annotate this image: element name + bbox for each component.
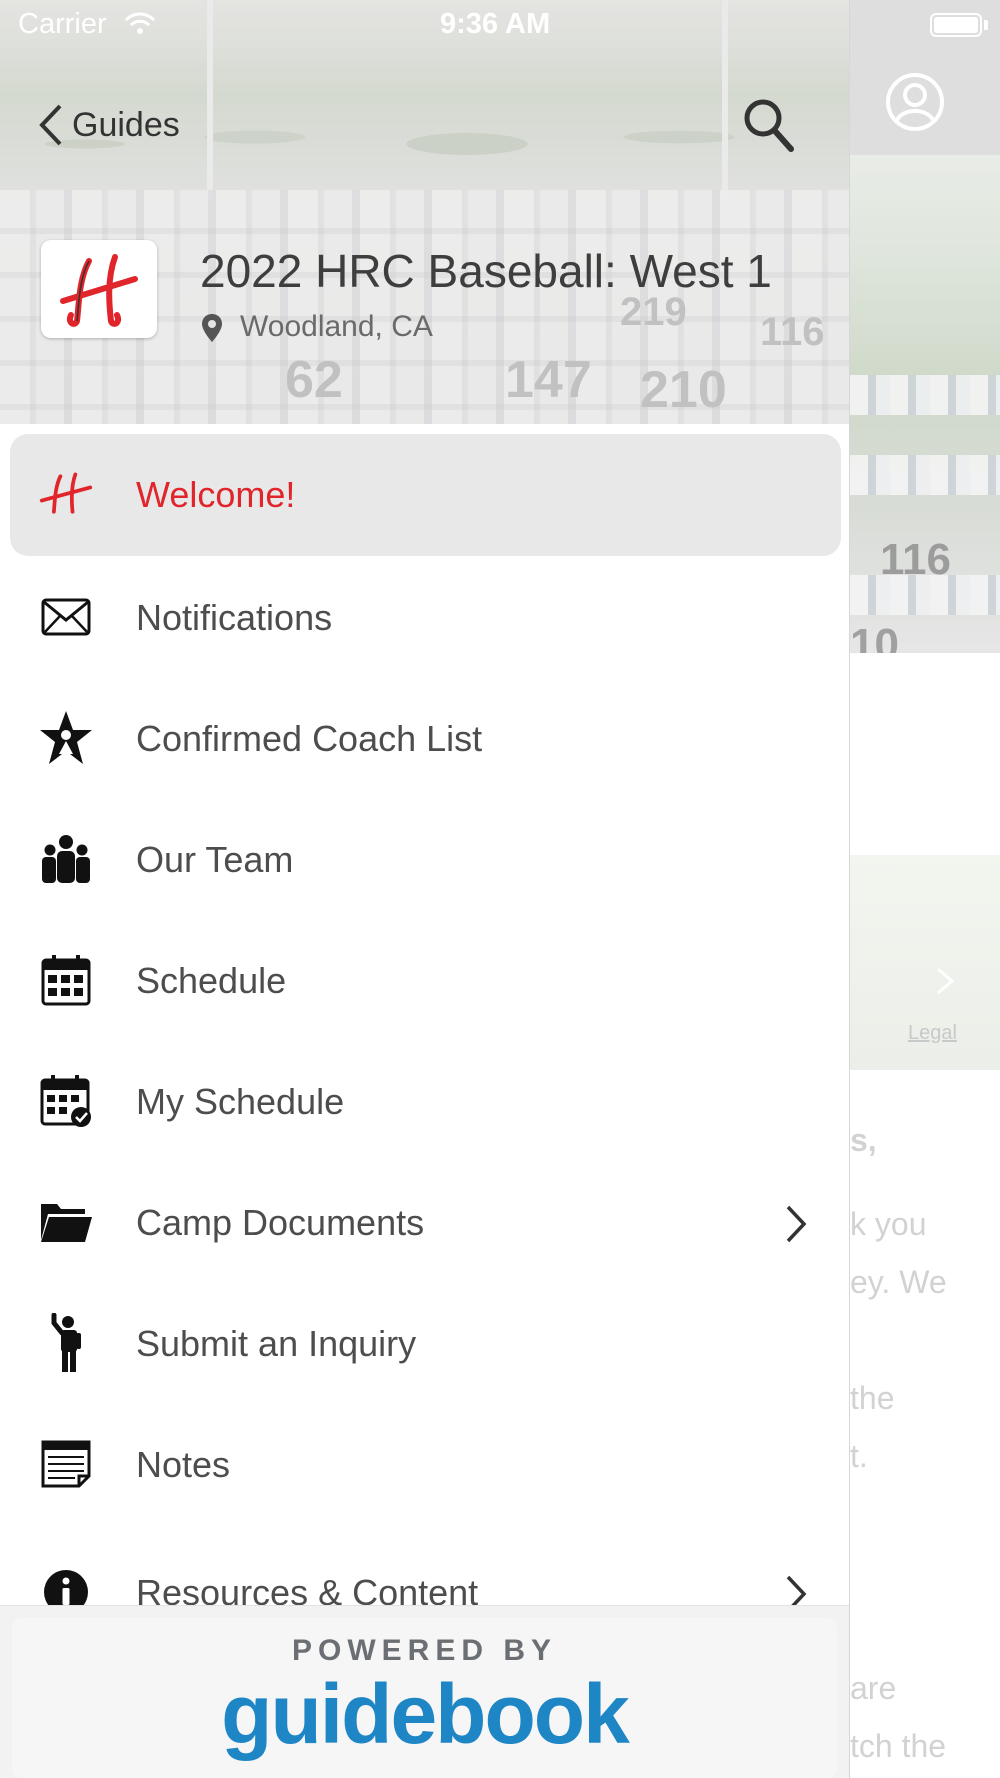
calendar-icon bbox=[38, 952, 94, 1008]
background-text: ey. We bbox=[850, 1264, 947, 1300]
powered-by-footer: POWERED BY guidebook bbox=[0, 1605, 849, 1778]
powered-by-label: POWERED BY bbox=[291, 1634, 558, 1667]
background-hero-photo: 116 10 bbox=[850, 155, 1000, 653]
menu-item-label: Our Team bbox=[136, 839, 294, 880]
menu-item-label: Submit an Inquiry bbox=[136, 1323, 417, 1364]
calendar-check-icon bbox=[38, 1073, 94, 1129]
menu-item-my-schedule[interactable]: My Schedule bbox=[0, 1041, 849, 1161]
battery-icon bbox=[930, 13, 982, 37]
hrc-logo-icon bbox=[38, 466, 94, 522]
menu-item-label: Welcome! bbox=[136, 474, 296, 515]
background-text: tch the bbox=[850, 1728, 947, 1764]
guidebook-logo[interactable]: guidebook bbox=[0, 1666, 849, 1763]
guide-logo bbox=[41, 240, 157, 338]
menu-item-camp-documents[interactable]: Camp Documents bbox=[0, 1162, 849, 1282]
folder-icon bbox=[38, 1194, 94, 1250]
menu-item-schedule[interactable]: Schedule bbox=[0, 920, 849, 1040]
hrc-logo-icon bbox=[60, 254, 138, 327]
side-drawer: 62 147 210 219 116 Carrier 9:36 AM Guide… bbox=[0, 0, 850, 1778]
menu-item-welcome[interactable]: Welcome! bbox=[10, 434, 841, 556]
menu-item-label: Confirmed Coach List bbox=[136, 718, 483, 759]
location-pin-icon bbox=[202, 314, 222, 342]
background-text: the bbox=[850, 1380, 895, 1416]
menu-item-label: Schedule bbox=[136, 960, 287, 1001]
menu-item-label: Camp Documents bbox=[136, 1202, 425, 1243]
carrier-label: Carrier bbox=[18, 8, 107, 40]
status-time: 9:36 AM bbox=[440, 8, 551, 40]
envelope-icon bbox=[38, 589, 94, 645]
guide-cover-photo: 62 147 210 219 116 bbox=[0, 0, 849, 424]
notes-icon bbox=[38, 1436, 94, 1492]
account-icon[interactable] bbox=[885, 72, 945, 132]
people-icon bbox=[38, 831, 94, 887]
legal-link[interactable]: Legal bbox=[908, 1022, 957, 1045]
back-button-label: Guides bbox=[72, 105, 180, 144]
background-text: s, bbox=[850, 1122, 877, 1158]
guide-location: Woodland, CA bbox=[240, 310, 433, 343]
battery-nub bbox=[984, 20, 988, 30]
menu-item-submit-an-inquiry[interactable]: Submit an Inquiry bbox=[0, 1283, 849, 1403]
menu-item-label: My Schedule bbox=[136, 1081, 345, 1122]
carousel-next-icon[interactable] bbox=[928, 965, 960, 997]
star-person-icon bbox=[38, 710, 94, 766]
menu-item-notifications[interactable]: Notifications bbox=[0, 557, 849, 677]
menu-item-label: Notes bbox=[136, 1444, 231, 1485]
chevron-right-icon bbox=[786, 1205, 807, 1243]
background-text: k you bbox=[850, 1206, 927, 1242]
back-button[interactable]: Guides bbox=[38, 100, 180, 150]
menu-item-confirmed-coach-list[interactable]: Confirmed Coach List bbox=[0, 678, 849, 798]
menu-item-notes[interactable]: Notes bbox=[0, 1404, 849, 1524]
chevron-left-icon bbox=[39, 104, 62, 146]
menu-item-label: Notifications bbox=[136, 597, 333, 638]
person-raising-hand-icon bbox=[38, 1313, 94, 1372]
background-text: t. bbox=[850, 1438, 868, 1474]
guide-title: 2022 HRC Baseball: West 1 bbox=[200, 245, 772, 297]
menu-item-our-team[interactable]: Our Team bbox=[0, 799, 849, 919]
wifi-icon bbox=[124, 12, 156, 34]
search-icon[interactable] bbox=[742, 97, 794, 153]
background-text: are bbox=[850, 1670, 897, 1706]
